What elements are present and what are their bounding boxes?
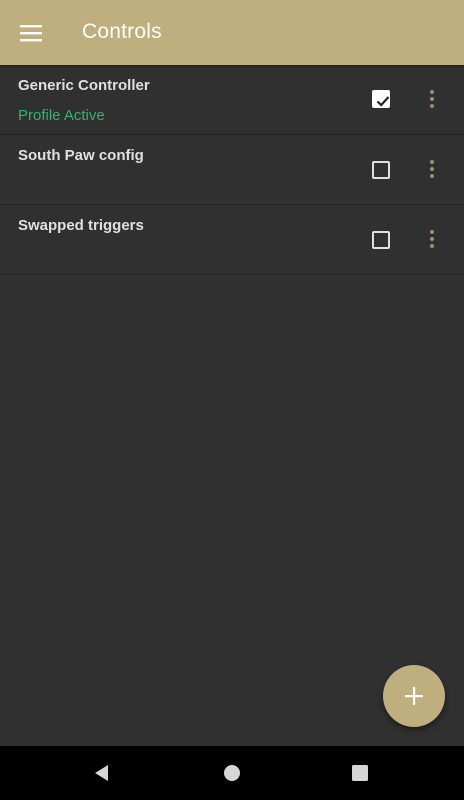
plus-icon	[405, 687, 423, 705]
screen: Controls Generic Controller Profile Acti…	[0, 0, 464, 800]
page-title: Controls	[82, 20, 162, 43]
more-vert-icon	[430, 160, 434, 164]
profile-list: Generic Controller Profile Active South …	[0, 65, 464, 275]
more-vert-icon	[430, 90, 434, 94]
profile-active-checkbox[interactable]	[372, 231, 390, 249]
profile-row[interactable]: Generic Controller Profile Active	[0, 65, 464, 135]
recents-button[interactable]	[345, 758, 375, 788]
app-bar: Controls	[0, 0, 464, 65]
checkmark-icon	[376, 96, 390, 107]
menu-button[interactable]	[10, 13, 54, 53]
more-vert-icon	[430, 230, 434, 234]
home-icon	[224, 765, 240, 781]
hamburger-menu-icon	[20, 25, 42, 42]
more-options-button[interactable]	[420, 87, 444, 111]
profile-row[interactable]: South Paw config	[0, 135, 464, 205]
profile-active-checkbox[interactable]	[372, 161, 390, 179]
more-options-button[interactable]	[420, 227, 444, 251]
back-icon	[95, 765, 108, 781]
recents-icon	[352, 765, 368, 781]
profile-name: Generic Controller	[18, 77, 150, 94]
back-button[interactable]	[87, 758, 117, 788]
profile-active-checkbox[interactable]	[372, 90, 390, 108]
more-options-button[interactable]	[420, 157, 444, 181]
profile-name: South Paw config	[18, 147, 144, 164]
profile-status: Profile Active	[18, 107, 105, 124]
home-button[interactable]	[217, 758, 247, 788]
add-profile-button[interactable]	[383, 665, 445, 727]
system-nav-bar	[0, 746, 464, 800]
profile-row[interactable]: Swapped triggers	[0, 205, 464, 275]
profile-name: Swapped triggers	[18, 217, 144, 234]
